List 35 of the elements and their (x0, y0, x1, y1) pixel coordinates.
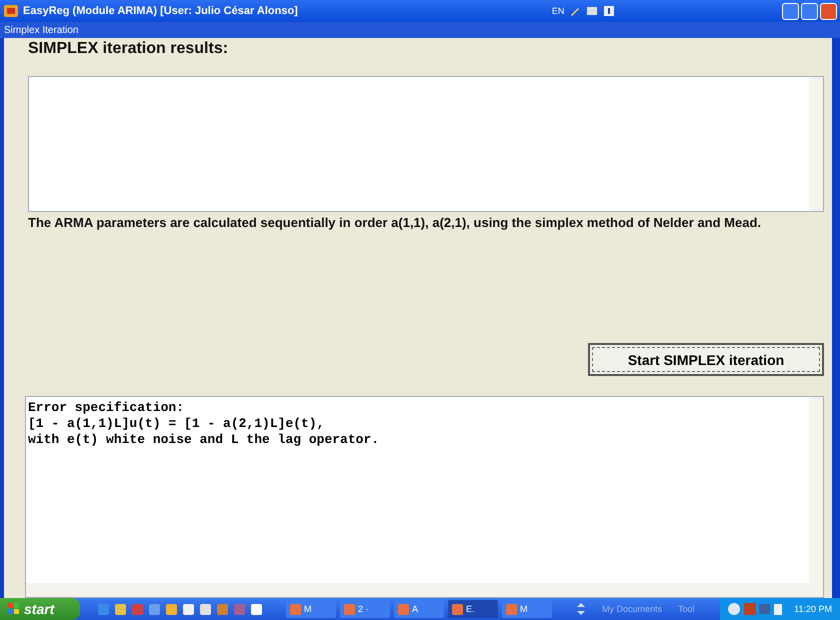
specification-line: [1 - a(1,1)L]u(t) = [1 - a(2,1)L]e(t), (28, 416, 326, 432)
scrollbar[interactable] (809, 77, 823, 211)
description-text: The ARMA parameters are calculated sequentially in order a(1,1), a(2,1), using the simplex method of Nelder and Mead. (28, 215, 762, 231)
taskbar-button[interactable]: E. (448, 600, 498, 618)
quick-launch-icon[interactable] (251, 604, 262, 614)
tray-icons-drawing[interactable] (728, 602, 784, 616)
scrollbar[interactable] (809, 397, 823, 597)
quick-launch-icon[interactable] (166, 604, 177, 614)
windows-logo-icon (8, 603, 20, 615)
close-button[interactable] (820, 2, 837, 20)
language-indicator[interactable]: EN (552, 6, 564, 16)
quick-launch-icon[interactable] (115, 604, 126, 614)
minimize-button[interactable] (782, 2, 799, 20)
quick-launch-icon[interactable] (183, 604, 194, 614)
window-title: EasyReg (Module ARIMA) [User: Julio César Alonso] (23, 5, 298, 17)
specification-line: with e(t) white noise and L the lag operator. (28, 432, 380, 448)
toolbar-label[interactable]: Tool (678, 604, 695, 614)
specification-line: Error specification: (28, 400, 186, 416)
scroll-arrows-icon[interactable] (576, 601, 586, 617)
maximize-button[interactable] (801, 2, 818, 20)
taskbar-button[interactable]: M (502, 600, 552, 618)
taskbar-button[interactable]: 2 · (340, 600, 390, 618)
start-simplex-button[interactable]: Start SIMPLEX iteration (588, 343, 824, 376)
pen-icon[interactable] (569, 5, 582, 17)
taskbar-button[interactable]: M (286, 600, 336, 618)
quick-launch-icon[interactable] (200, 604, 211, 614)
start-button[interactable]: start (0, 598, 80, 620)
dialog-title: Simplex Iteration (0, 22, 840, 38)
app-icon (3, 3, 19, 19)
clock: 11:20 PM (794, 604, 832, 614)
specification-box[interactable]: Error specification: [1 - a(1,1)L]u(t) = [1 - a(2,1)L]e(t), with e(t) white noise and L the lag operator. (25, 396, 824, 598)
horizontal-scrollbar[interactable] (26, 583, 809, 597)
results-heading: SIMPLEX iteration results: (28, 40, 230, 58)
toolbar-label[interactable]: My Documents (602, 604, 662, 614)
taskbar-button[interactable]: A (394, 600, 444, 618)
